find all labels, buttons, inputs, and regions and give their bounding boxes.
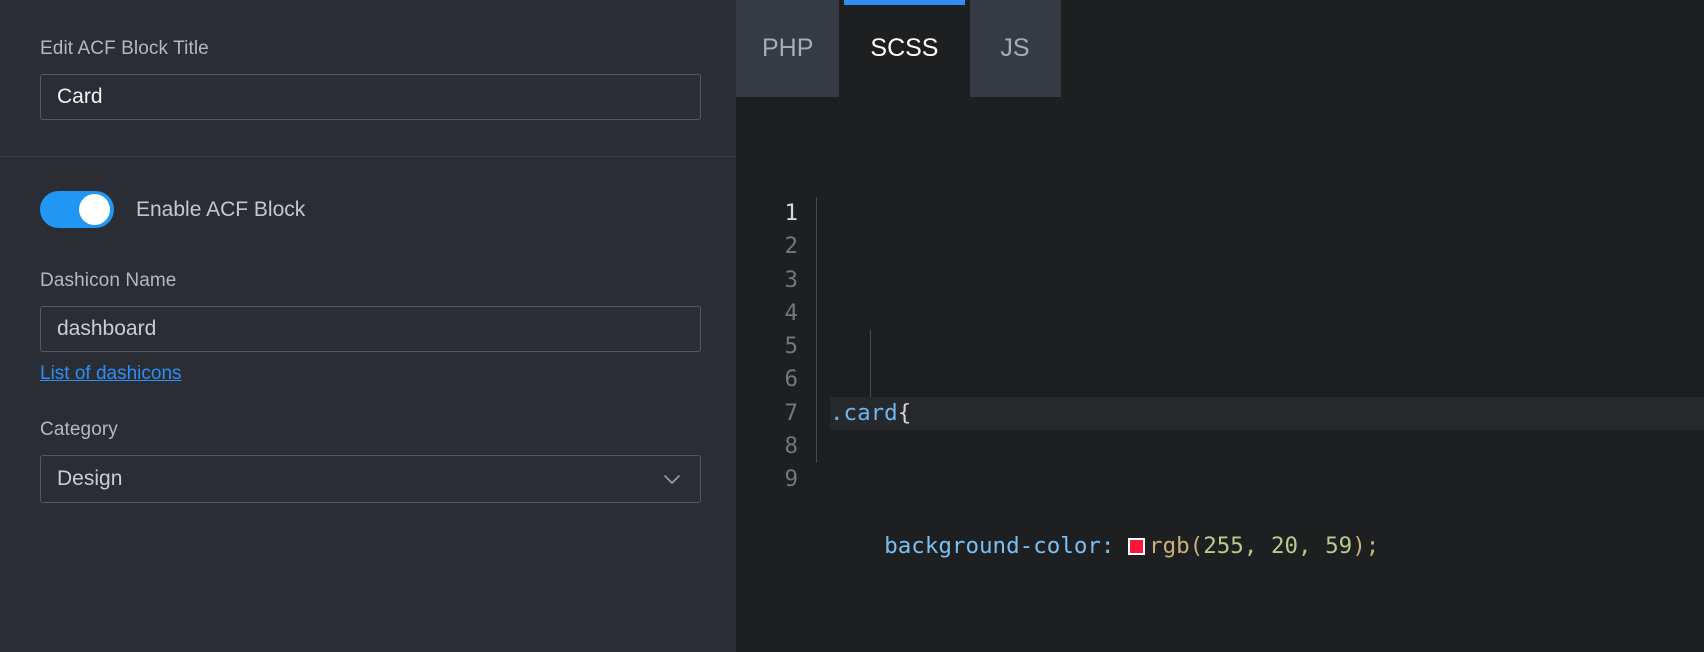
tab-scss-label: SCSS bbox=[870, 34, 939, 62]
toggle-knob bbox=[79, 194, 110, 225]
color-swatch-icon bbox=[1128, 537, 1146, 555]
indent-guide bbox=[816, 197, 817, 463]
dashicon-name-input[interactable] bbox=[40, 306, 701, 352]
code-line: background-color: rgb(255, 20, 59); bbox=[830, 530, 1704, 563]
tab-js[interactable]: JS bbox=[969, 0, 1061, 97]
enable-block-section: Enable ACF Block Dashicon Name List of d… bbox=[0, 157, 736, 503]
line-number: 7 bbox=[784, 399, 798, 426]
category-selected-value: Design bbox=[57, 467, 123, 490]
code-line: .card{ bbox=[830, 396, 1704, 431]
code-view[interactable]: 1 2 3 4 5 6 7 8 9 .card{ background-colo… bbox=[736, 97, 1704, 652]
block-title-label: Edit ACF Block Title bbox=[40, 38, 209, 59]
tab-js-label: JS bbox=[1000, 34, 1030, 62]
code-token-number: 59 bbox=[1325, 532, 1353, 559]
settings-panel: Edit ACF Block Title Enable ACF Block Da… bbox=[0, 0, 736, 652]
line-number: 5 bbox=[784, 333, 798, 360]
category-label: Category bbox=[40, 419, 118, 440]
tab-php[interactable]: PHP bbox=[736, 0, 840, 97]
tab-php-label: PHP bbox=[762, 34, 814, 62]
code-token-function: rgb( bbox=[1149, 532, 1204, 559]
enable-acf-block-row: Enable ACF Block bbox=[40, 157, 696, 236]
category-select[interactable]: Design bbox=[40, 455, 701, 503]
line-number: 8 bbox=[784, 433, 798, 460]
block-title-section: Edit ACF Block Title bbox=[0, 0, 736, 156]
list-of-dashicons-link[interactable]: List of dashicons bbox=[40, 363, 182, 385]
app-root: Edit ACF Block Title Enable ACF Block Da… bbox=[0, 0, 1704, 652]
code-token-number: 20, bbox=[1270, 532, 1312, 559]
code-token-brace: { bbox=[897, 399, 912, 426]
code-token-selector: .card bbox=[830, 399, 898, 426]
code-content[interactable]: .card{ background-color: rgb(255, 20, 59… bbox=[816, 197, 1704, 652]
code-editor-area: PHP SCSS JS 1 2 3 4 5 6 7 8 9 .card{bac… bbox=[736, 0, 1704, 652]
tab-scss[interactable]: SCSS bbox=[844, 0, 965, 97]
line-number: 2 bbox=[784, 233, 798, 260]
line-number: 9 bbox=[784, 466, 798, 493]
line-number: 1 bbox=[784, 200, 798, 226]
code-token-paren: ); bbox=[1352, 532, 1380, 559]
line-number: 4 bbox=[784, 299, 798, 326]
enable-acf-block-toggle[interactable] bbox=[40, 191, 114, 228]
line-number: 6 bbox=[784, 366, 798, 393]
line-number: 3 bbox=[784, 266, 798, 293]
block-title-input[interactable] bbox=[40, 74, 701, 120]
dashicon-name-label: Dashicon Name bbox=[40, 270, 177, 291]
code-token-property: background-color: bbox=[884, 532, 1115, 559]
editor-tabbar: PHP SCSS JS bbox=[736, 0, 1704, 97]
line-number-gutter: 1 2 3 4 5 6 7 8 9 bbox=[736, 197, 816, 652]
enable-acf-block-label: Enable ACF Block bbox=[136, 197, 306, 221]
code-token-number: 255, bbox=[1203, 532, 1258, 559]
category-select-wrap: Design bbox=[40, 455, 701, 503]
